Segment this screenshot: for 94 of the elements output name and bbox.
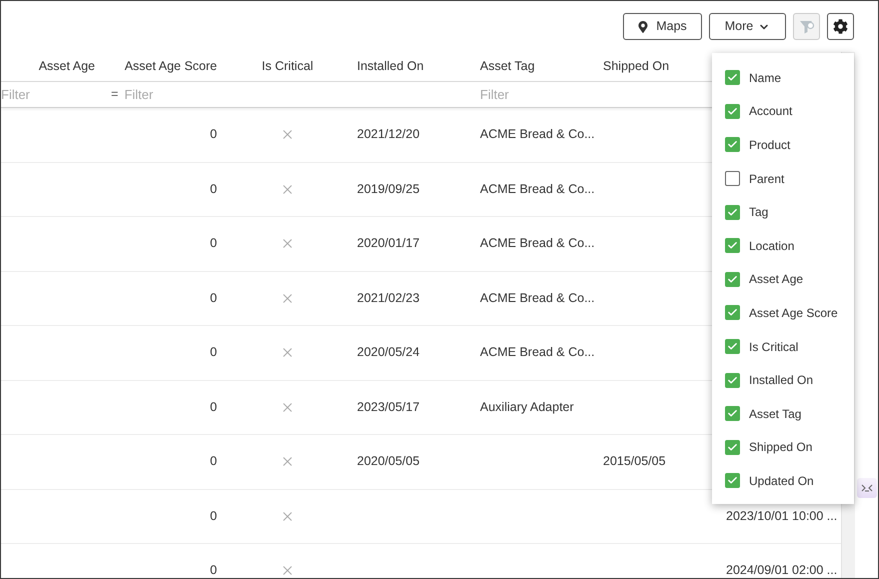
column-menu-item[interactable]: Name bbox=[712, 61, 854, 95]
column-header[interactable]: Installed On bbox=[357, 57, 424, 76]
checkbox[interactable] bbox=[725, 473, 740, 488]
chevrons-icon bbox=[860, 484, 873, 492]
check-icon bbox=[727, 341, 738, 352]
table-cell-text: 0 bbox=[210, 508, 217, 525]
table-cell: ACME Bread & Co... bbox=[480, 290, 595, 305]
column-header[interactable]: Asset Tag bbox=[480, 57, 535, 76]
table-cell: ACME Bread & Co... bbox=[480, 345, 595, 360]
column-menu-item[interactable]: Location bbox=[712, 228, 854, 263]
check-icon bbox=[727, 442, 738, 453]
column-menu-item[interactable]: Is Critical bbox=[712, 330, 854, 364]
table-cell-text: 0 bbox=[210, 562, 217, 578]
column-menu-item[interactable]: Shipped On bbox=[712, 430, 854, 464]
checkbox[interactable] bbox=[725, 406, 740, 422]
column-menu-item[interactable]: Asset Tag bbox=[712, 396, 854, 431]
check-icon bbox=[727, 72, 738, 84]
table-cell: ACME Bread & Co... bbox=[480, 127, 595, 142]
checkbox[interactable] bbox=[725, 372, 740, 388]
table-cell-text: 0 bbox=[210, 126, 217, 144]
column-menu-label: Installed On bbox=[749, 372, 814, 390]
filter-operator[interactable]: = bbox=[111, 85, 118, 104]
column-menu-label: Parent bbox=[749, 170, 784, 188]
checkbox[interactable] bbox=[725, 272, 740, 287]
column-menu-item[interactable]: Asset Age Score bbox=[712, 296, 854, 330]
table-cell: 2023/10/01 10:00 ... bbox=[726, 508, 838, 523]
table-cell-text: 0 bbox=[210, 344, 217, 362]
column-header[interactable]: Asset Age Score bbox=[124, 57, 217, 76]
table-cell: Auxiliary Adapter bbox=[480, 400, 574, 414]
check-icon bbox=[727, 374, 738, 386]
column-menu-label: Name bbox=[749, 70, 782, 87]
check-icon bbox=[727, 106, 738, 117]
table-cell-text: 0 bbox=[210, 235, 217, 252]
column-menu-item[interactable]: Installed On bbox=[712, 363, 854, 397]
table-cell-text: 0 bbox=[210, 453, 217, 470]
checkbox[interactable] bbox=[725, 137, 740, 152]
table-cell: 2021/02/23 bbox=[357, 290, 420, 305]
checkbox[interactable] bbox=[725, 339, 740, 354]
table-cell-text: 0 bbox=[210, 290, 217, 307]
table-cell: 2015/05/05 bbox=[603, 454, 666, 468]
column-menu-label: Product bbox=[749, 136, 790, 154]
table-cell: ACME Bread & Co... bbox=[480, 182, 595, 196]
checkbox[interactable] bbox=[725, 238, 740, 254]
checkbox[interactable] bbox=[725, 171, 740, 186]
column-menu-item[interactable]: Product bbox=[712, 128, 854, 162]
column-menu-item[interactable]: Parent bbox=[712, 162, 854, 196]
checkbox[interactable] bbox=[725, 104, 740, 119]
map-pin-icon bbox=[638, 20, 648, 32]
check-icon bbox=[727, 274, 738, 285]
checkbox[interactable] bbox=[725, 70, 740, 86]
column-menu-label: Asset Tag bbox=[749, 406, 802, 423]
table-cell: 2023/05/17 bbox=[357, 400, 420, 414]
column-menu-item[interactable]: Account bbox=[712, 94, 854, 128]
column-header[interactable]: Asset Age bbox=[38, 57, 95, 76]
table-cell: ACME Bread & Co... bbox=[480, 236, 595, 250]
filter-icon bbox=[798, 18, 814, 34]
filter-field[interactable]: Filter bbox=[1, 84, 91, 104]
filter-field[interactable]: Filter bbox=[480, 84, 570, 104]
column-menu-label: Asset Age bbox=[749, 271, 804, 288]
table-cell: 2019/09/25 bbox=[357, 182, 420, 196]
more-button[interactable]: More bbox=[709, 13, 786, 40]
check-icon bbox=[727, 139, 738, 150]
checkbox[interactable] bbox=[725, 204, 740, 220]
checkbox[interactable] bbox=[725, 440, 740, 455]
checkbox[interactable] bbox=[725, 305, 740, 320]
filter-field[interactable]: Filter bbox=[124, 84, 214, 104]
column-menu-label: Updated On bbox=[749, 472, 814, 490]
column-menu-label: Account bbox=[749, 103, 792, 120]
column-menu-label: Location bbox=[749, 238, 794, 255]
check-icon bbox=[727, 408, 738, 420]
table-cell: 2020/01/17 bbox=[357, 236, 420, 250]
table-cell: 2024/09/01 02:00 ... bbox=[726, 563, 838, 578]
table-cell: 2021/12/20 bbox=[357, 127, 420, 142]
column-menu-item[interactable]: Tag bbox=[712, 195, 854, 229]
settings-button[interactable] bbox=[827, 13, 854, 40]
check-icon bbox=[727, 307, 738, 318]
column-menu-label: Shipped On bbox=[749, 439, 812, 456]
column-menu-label: Is Critical bbox=[749, 338, 798, 356]
table-cell-text: 0 bbox=[210, 180, 217, 198]
column-menu-label: Tag bbox=[749, 204, 768, 222]
column-menu-item[interactable]: Asset Age bbox=[712, 262, 854, 296]
check-icon bbox=[727, 206, 738, 218]
table-cell-text: 0 bbox=[210, 398, 217, 416]
check-icon bbox=[727, 240, 738, 252]
column-menu-item[interactable]: Updated On bbox=[712, 464, 854, 498]
column-menu-label: Asset Age Score bbox=[749, 304, 838, 322]
maps-button[interactable]: Maps bbox=[623, 13, 702, 40]
check-icon bbox=[727, 475, 738, 486]
column-header[interactable]: Shipped On bbox=[603, 57, 670, 76]
settings-icon bbox=[833, 19, 848, 34]
side-panel-button[interactable] bbox=[856, 478, 877, 498]
table-cell: 2020/05/24 bbox=[357, 345, 420, 360]
column-header[interactable]: Is Critical bbox=[262, 57, 314, 76]
table-cell: 2020/05/05 bbox=[357, 454, 420, 468]
